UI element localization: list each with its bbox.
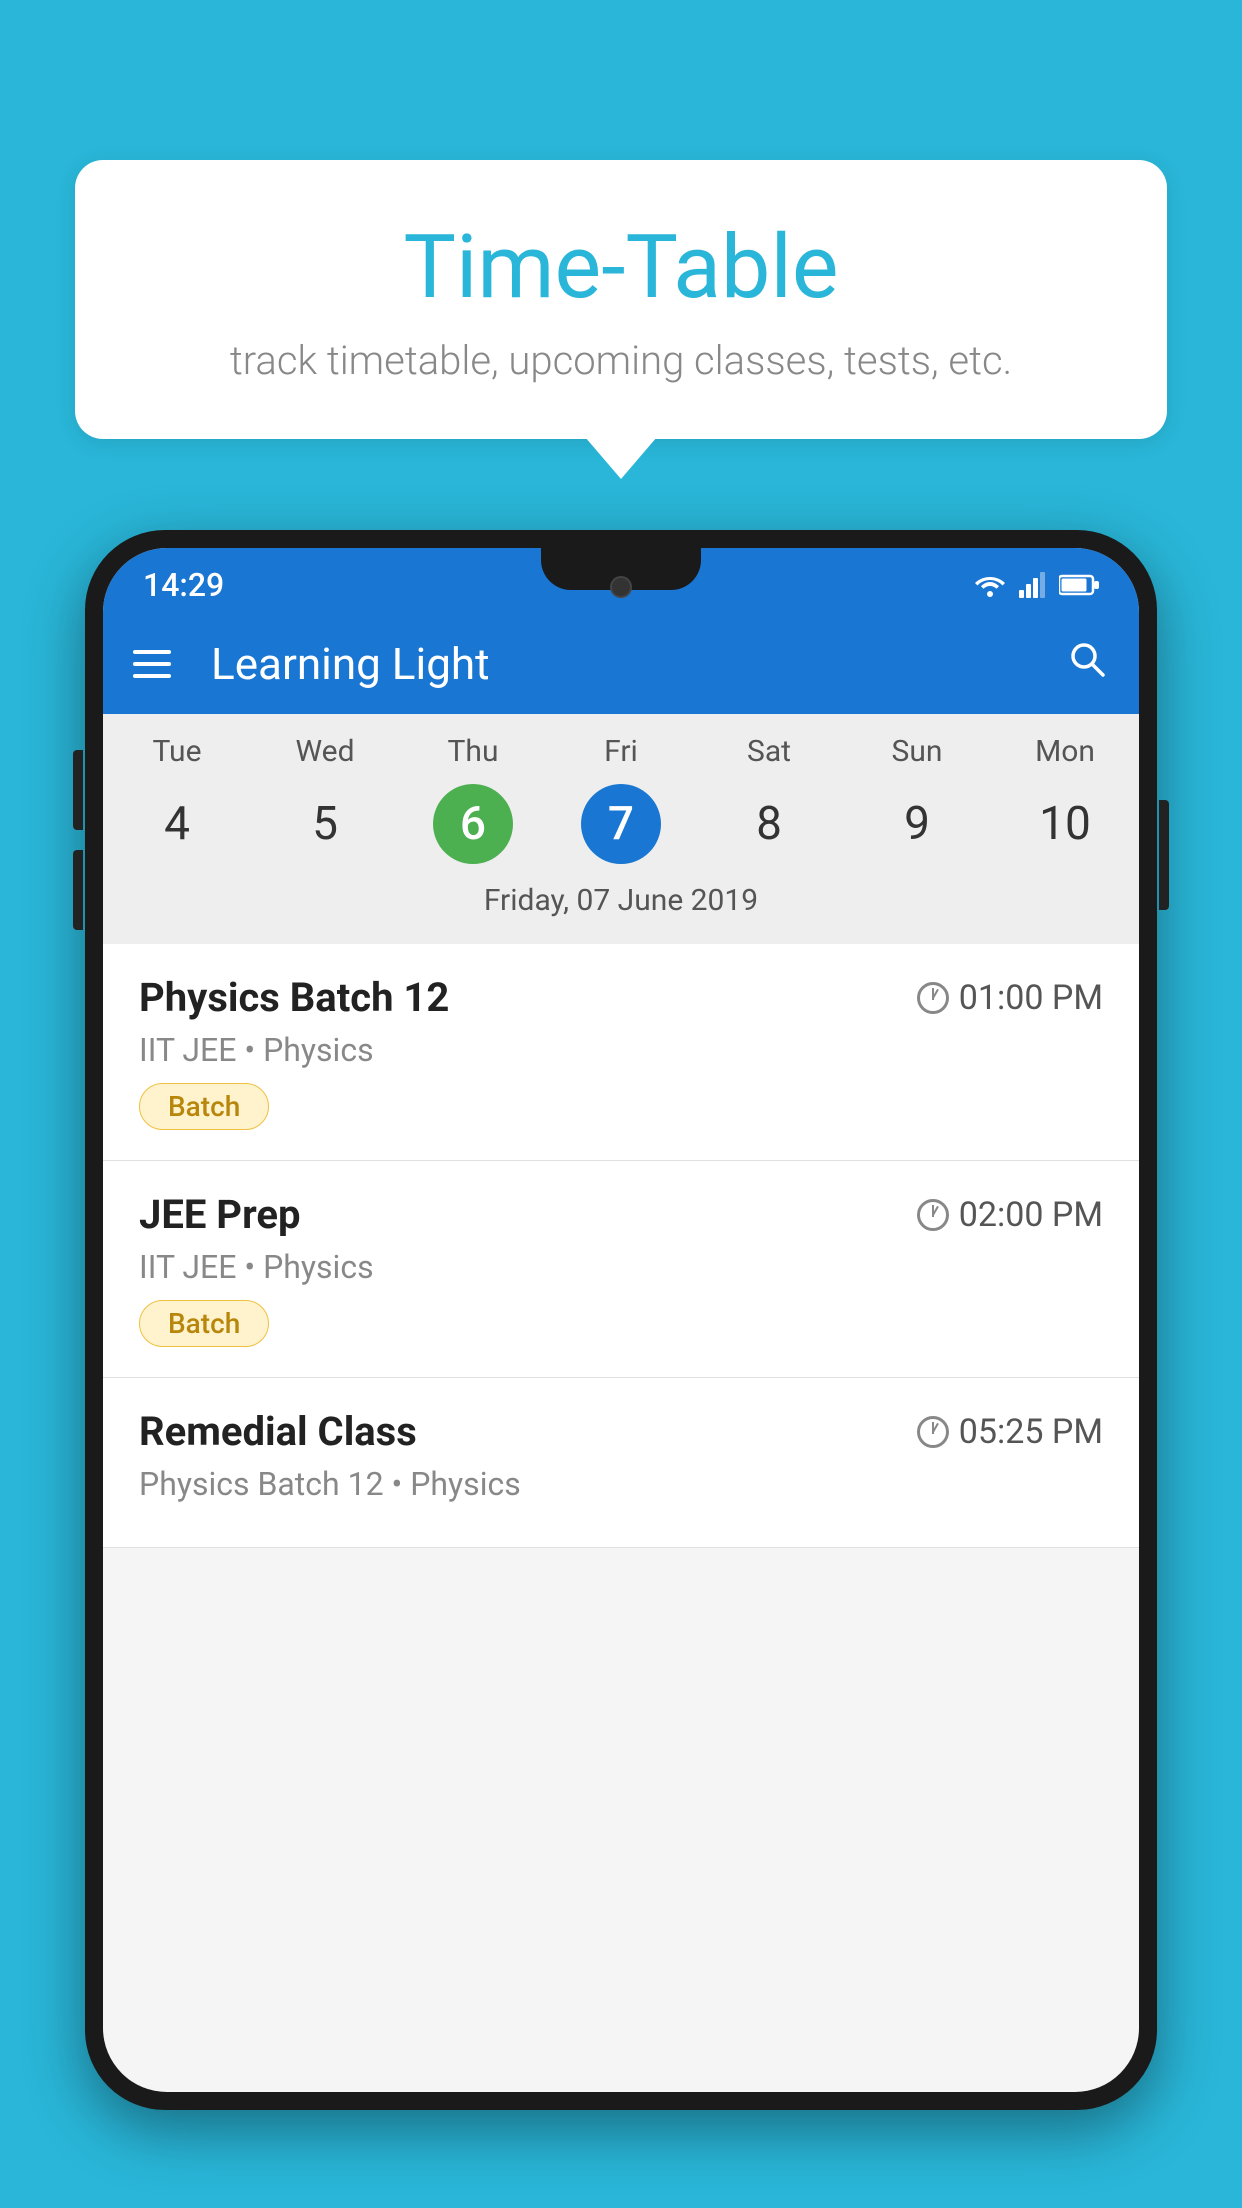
- clock-icon-0: [917, 982, 949, 1014]
- phone-notch: [541, 548, 701, 590]
- schedule-item-0[interactable]: Physics Batch 12 01:00 PM IIT JEE • Phys…: [103, 944, 1139, 1161]
- schedule-subtitle-2: Physics Batch 12 • Physics: [139, 1465, 1103, 1503]
- schedule-time-0: 01:00 PM: [917, 978, 1103, 1018]
- phone-mockup: 14:29: [85, 530, 1157, 2208]
- day-header-mon: Mon: [991, 734, 1139, 769]
- volume-up-button: [73, 750, 83, 830]
- schedule-subtitle-0: IIT JEE • Physics: [139, 1031, 1103, 1069]
- schedule-time-label-1: 02:00 PM: [959, 1195, 1103, 1235]
- day-header-wed: Wed: [251, 734, 399, 769]
- day-5[interactable]: 5: [251, 779, 399, 869]
- clock-icon-1: [917, 1199, 949, 1231]
- day-4[interactable]: 4: [103, 779, 251, 869]
- tooltip-title: Time-Table: [125, 220, 1117, 317]
- phone-outer: 14:29: [85, 530, 1157, 2110]
- search-icon[interactable]: [1065, 637, 1109, 692]
- calendar-strip: Tue Wed Thu Fri Sat Sun Mon 4 5 6 7 8 9 …: [103, 714, 1139, 944]
- clock-icon-2: [917, 1416, 949, 1448]
- menu-icon[interactable]: [133, 650, 171, 678]
- schedule-item-header-0: Physics Batch 12 01:00 PM: [139, 974, 1103, 1021]
- wifi-icon: [973, 572, 1007, 598]
- day-header-fri: Fri: [547, 734, 695, 769]
- schedule-subtitle-1: IIT JEE • Physics: [139, 1248, 1103, 1286]
- volume-down-button: [73, 850, 83, 930]
- day-7-selected[interactable]: 7: [581, 784, 661, 864]
- battery-icon: [1059, 574, 1099, 596]
- schedule-title-2: Remedial Class: [139, 1408, 417, 1455]
- day-8[interactable]: 8: [695, 779, 843, 869]
- schedule-item-2[interactable]: Remedial Class 05:25 PM Physics Batch 12…: [103, 1378, 1139, 1548]
- schedule-time-label-2: 05:25 PM: [959, 1412, 1103, 1452]
- day-header-sun: Sun: [843, 734, 991, 769]
- tooltip-card: Time-Table track timetable, upcoming cla…: [75, 160, 1167, 439]
- schedule-item-header-1: JEE Prep 02:00 PM: [139, 1191, 1103, 1238]
- day-9[interactable]: 9: [843, 779, 991, 869]
- schedule-item-header-2: Remedial Class 05:25 PM: [139, 1408, 1103, 1455]
- phone-screen: 14:29: [103, 548, 1139, 2092]
- schedule-time-label-0: 01:00 PM: [959, 978, 1103, 1018]
- selected-date-label: Friday, 07 June 2019: [103, 869, 1139, 934]
- day-10[interactable]: 10: [991, 779, 1139, 869]
- signal-icon: [1019, 572, 1047, 598]
- batch-badge-1: Batch: [139, 1300, 269, 1347]
- schedule-list: Physics Batch 12 01:00 PM IIT JEE • Phys…: [103, 944, 1139, 1548]
- phone-camera: [610, 576, 632, 598]
- batch-badge-0: Batch: [139, 1083, 269, 1130]
- schedule-item-1[interactable]: JEE Prep 02:00 PM IIT JEE • Physics Batc…: [103, 1161, 1139, 1378]
- schedule-title-1: JEE Prep: [139, 1191, 300, 1238]
- power-button: [1159, 800, 1169, 910]
- day-headers: Tue Wed Thu Fri Sat Sun Mon: [103, 734, 1139, 769]
- tooltip-subtitle: track timetable, upcoming classes, tests…: [125, 337, 1117, 384]
- status-time: 14:29: [143, 566, 224, 604]
- schedule-title-0: Physics Batch 12: [139, 974, 449, 1021]
- status-icons: [973, 572, 1099, 598]
- day-numbers: 4 5 6 7 8 9 10: [103, 779, 1139, 869]
- day-header-tue: Tue: [103, 734, 251, 769]
- day-header-thu: Thu: [399, 734, 547, 769]
- day-header-sat: Sat: [695, 734, 843, 769]
- schedule-time-2: 05:25 PM: [917, 1412, 1103, 1452]
- day-6-today[interactable]: 6: [433, 784, 513, 864]
- app-bar: Learning Light: [103, 614, 1139, 714]
- app-title: Learning Light: [201, 638, 1035, 690]
- schedule-time-1: 02:00 PM: [917, 1195, 1103, 1235]
